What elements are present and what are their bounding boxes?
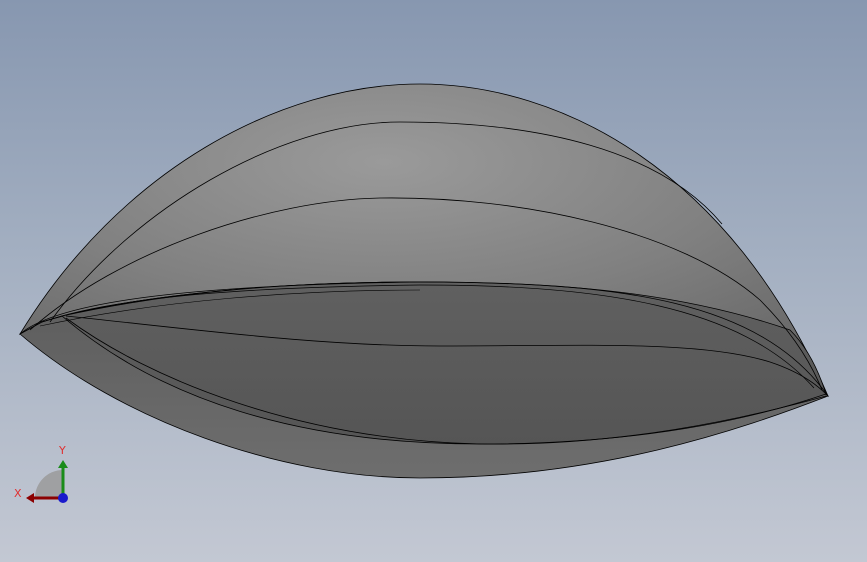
- triad-plane-indicator: [35, 470, 63, 498]
- coordinate-triad: Y X: [14, 444, 68, 503]
- model-shell-body[interactable]: [0, 0, 867, 562]
- z-axis-origin-dot: [58, 493, 68, 503]
- triad-x-label: X: [14, 487, 22, 500]
- graphics-viewport[interactable]: Y X: [0, 0, 867, 562]
- y-axis-arrowhead: [58, 460, 68, 468]
- x-axis-arrowhead: [26, 493, 34, 503]
- triad-y-label: Y: [58, 444, 66, 457]
